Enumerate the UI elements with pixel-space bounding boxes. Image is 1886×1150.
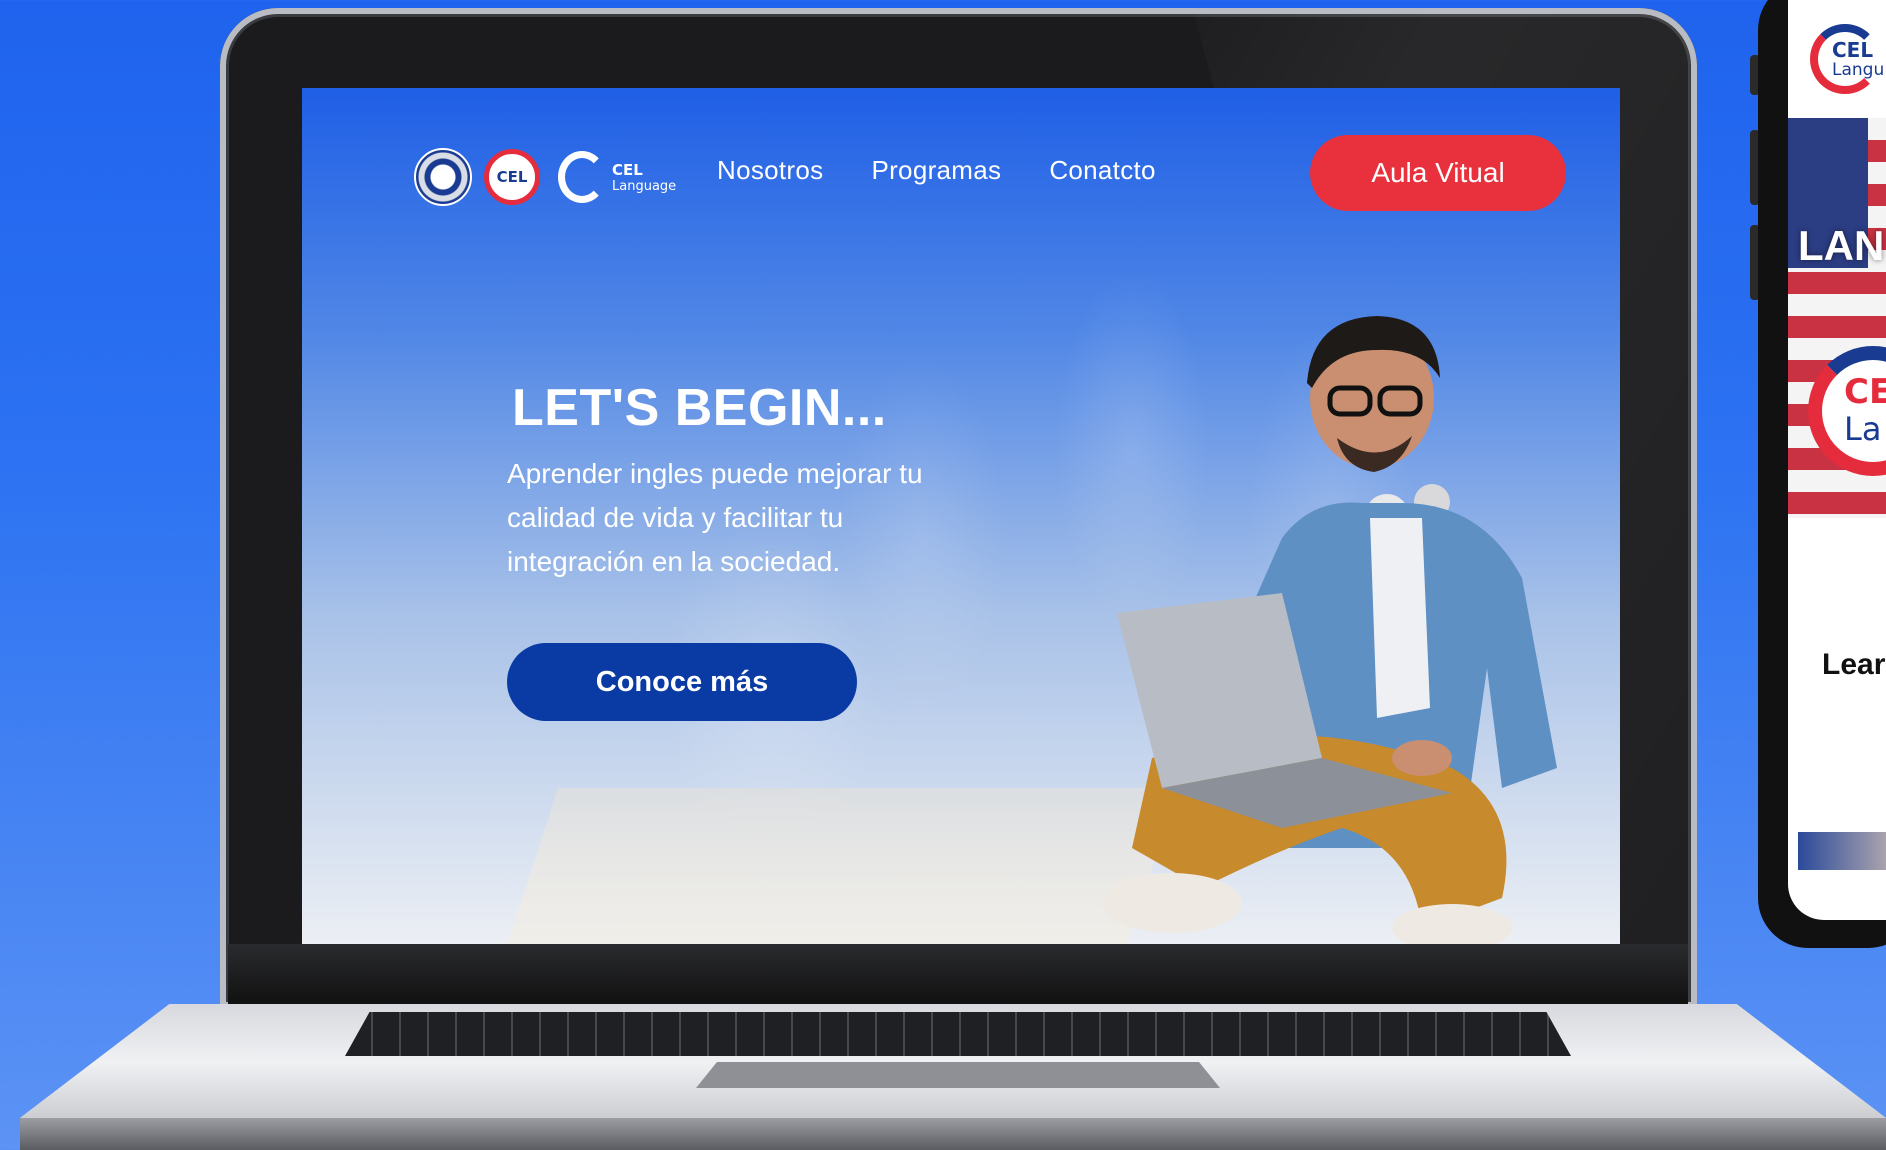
phone-learn-heading: Lear — [1822, 648, 1886, 681]
laptop-screen: CEL CEL Language Nosotros Programas Cona… — [302, 88, 1620, 944]
phone-screen: CEL Langu LAN CE La Lear — [1788, 0, 1886, 920]
hero-subtitle: Aprender ingles puede mejorar tu calidad… — [507, 458, 923, 577]
nav-item-programas[interactable]: Programas — [871, 155, 1001, 186]
aula-virtual-button[interactable]: Aula Vitual — [1310, 135, 1566, 211]
laptop-hinge — [228, 944, 1688, 1004]
main-nav: Nosotros Programas Conatcto — [717, 155, 1156, 186]
cel-badge-logo: CEL — [484, 149, 540, 205]
globe-seal-logo — [414, 148, 472, 206]
conoce-mas-button[interactable]: Conoce más — [507, 643, 857, 721]
phone-logo-bottom: Langu — [1832, 60, 1885, 80]
cel-badge-text: CEL — [496, 168, 528, 186]
phone-banner-text: LAN — [1798, 222, 1885, 269]
laptop-trackpad — [696, 1062, 1220, 1088]
nav-item-nosotros[interactable]: Nosotros — [717, 155, 823, 186]
logo-brand-bottom: Language — [612, 178, 677, 194]
cel-language-logo: CEL Language — [558, 151, 676, 203]
phone-logo-top: CEL — [1832, 38, 1874, 62]
hero-man-with-laptop-image — [1102, 316, 1557, 944]
logo-brand-top: CEL — [612, 160, 643, 179]
header-logos[interactable]: CEL CEL Language — [414, 148, 676, 206]
phone-big-logo-top: CE — [1844, 372, 1886, 412]
hero-title: LET'S BEGIN... — [512, 379, 887, 437]
phone-big-logo-bottom: La — [1844, 410, 1882, 448]
laptop-base-edge — [20, 1118, 1886, 1150]
nav-item-contacto[interactable]: Conatcto — [1049, 155, 1155, 186]
laptop-keyboard — [345, 1012, 1571, 1056]
cel-c-icon — [558, 151, 606, 203]
phone-thumbnail-image[interactable] — [1798, 832, 1886, 870]
